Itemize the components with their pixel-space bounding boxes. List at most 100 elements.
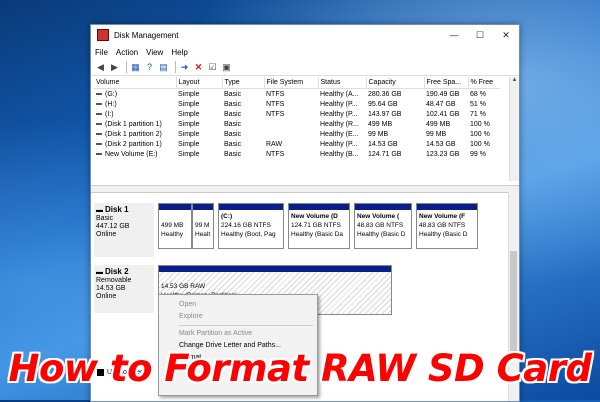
connect-icon[interactable]: ➜ [179, 62, 190, 73]
disk1-type: Basic [96, 215, 114, 222]
volume-cell-text: 51 % [470, 100, 486, 108]
partition-title [161, 212, 189, 221]
disk1-partition[interactable]: 99 M Healt [192, 203, 214, 249]
volume-cell-text: 190.49 GB [426, 90, 460, 98]
volume-row[interactable]: (I:) Simple Basic NTFS Healthy (P... 143.97 G… [94, 109, 500, 119]
partition-status: Healthy (Basic Da [291, 231, 344, 238]
volume-row[interactable]: New Volume (E:) Simple Basic NTFS Healthy (B… [94, 149, 500, 159]
volume-cell-text: Simple [178, 110, 200, 118]
toolbar-separator [175, 61, 176, 73]
volume-icon [96, 112, 102, 115]
volume-cell-text: Healthy (E... [320, 130, 359, 138]
volume-cell-text: (Disk 2 partition 1) [105, 140, 162, 148]
disk1-partition[interactable]: (C:) 224.16 GB NTFS Healthy (Boot, Pag [218, 203, 284, 249]
volume-icon [96, 102, 102, 105]
menu-separator [179, 325, 313, 326]
maximize-button[interactable]: ☐ [467, 30, 493, 41]
volume-cell: 48.47 GB [424, 99, 468, 109]
column-header-capacity[interactable]: Capacity [366, 77, 425, 89]
column-header-free-space[interactable]: Free Spa... [424, 77, 469, 89]
menu-item-open[interactable]: Open [159, 299, 317, 311]
disk1-info[interactable]: ▬ Disk 1 Basic 447.12 GB Online [94, 203, 154, 257]
disk-management-icon [97, 29, 109, 41]
volume-cell: 71 % [468, 109, 500, 119]
volume-cell: 124.71 GB [366, 149, 424, 159]
help-icon[interactable]: ? [144, 62, 155, 73]
menu-item-mark-active[interactable]: Mark Partition as Active [159, 328, 317, 340]
volume-list-scrollbar[interactable]: ▲ [509, 77, 519, 181]
properties-icon[interactable]: ▤ [158, 62, 169, 73]
disk1-name: Disk 1 [104, 205, 129, 214]
disk1-partition[interactable]: New Volume (D 124.71 GB NTFS Healthy (Basi… [288, 203, 350, 249]
partition-status: Healthy [161, 231, 184, 238]
volume-cell: 143.97 GB [366, 109, 424, 119]
volume-icon [96, 92, 102, 95]
rescan-icon[interactable]: ▣ [221, 62, 232, 73]
column-header-status[interactable]: Status [318, 77, 367, 89]
primary-partition-bar [159, 204, 191, 210]
menu-action[interactable]: Action [116, 48, 138, 57]
show-hide-console-icon[interactable]: ▦ [130, 62, 141, 73]
volume-cell: Simple [176, 139, 222, 149]
menu-view[interactable]: View [146, 48, 163, 57]
column-header-type[interactable]: Type [222, 77, 265, 89]
volume-cell-text: Healthy (P... [320, 140, 358, 148]
pane-splitter[interactable] [91, 185, 519, 193]
minimize-button[interactable]: — [441, 30, 467, 40]
volume-cell-text: Simple [178, 100, 200, 108]
close-button[interactable]: ✕ [493, 30, 519, 41]
volume-cell: Simple [176, 149, 222, 159]
volume-cell: Healthy (B... [318, 149, 366, 159]
volume-cell: Basic [222, 119, 264, 129]
scrollbar-thumb[interactable] [510, 251, 517, 351]
primary-partition-bar [417, 204, 477, 210]
column-header-volume[interactable]: Volume [94, 77, 177, 89]
volume-cell-text: 100 % [470, 130, 490, 138]
disk1-partition[interactable]: New Volume (48.83 GB NTFS Healthy (Basic … [354, 203, 412, 249]
volume-cell: Simple [176, 89, 222, 100]
disk2-info[interactable]: ▬ Disk 2 Removable 14.53 GB Online [94, 265, 154, 313]
partition-size: 124.71 GB NTFS [291, 222, 341, 229]
volume-cell-text: NTFS [266, 150, 285, 158]
disk1-size: 447.12 GB [96, 223, 130, 230]
volume-cell: Healthy (E... [318, 129, 366, 139]
volume-cell-text: 102.41 GB [426, 110, 460, 118]
volume-cell-text: Basic [224, 100, 242, 108]
menu-file[interactable]: File [95, 48, 108, 57]
disk1-partition[interactable]: New Volume (F 48.83 GB NTFS Healthy (Basic… [416, 203, 478, 249]
forward-icon[interactable]: ▶ [109, 62, 120, 73]
volume-row[interactable]: (Disk 2 partition 1) Simple Basic RAW Health… [94, 139, 500, 149]
volume-row[interactable]: (Disk 1 partition 1) Simple Basic Healthy (… [94, 119, 500, 129]
volume-cell-text: (H:) [105, 100, 117, 108]
volume-cell: 14.53 GB [424, 139, 468, 149]
volume-cell-text: NTFS [266, 90, 285, 98]
volume-icon [96, 142, 102, 145]
volume-cell-text: Basic [224, 110, 242, 118]
column-header-file-system[interactable]: File System [264, 77, 319, 89]
volume-cell-text: 99 MB [368, 130, 389, 138]
volume-cell-text: 143.97 GB [368, 110, 402, 118]
volume-cell: Basic [222, 109, 264, 119]
volume-cell: 280.36 GB [366, 89, 424, 100]
volume-cell-text: (Disk 1 partition 1) [105, 120, 162, 128]
volume-row[interactable]: (Disk 1 partition 2) Simple Basic Healthy (… [94, 129, 500, 139]
column-header-percent-free[interactable]: % Free [468, 77, 500, 89]
checklist-icon[interactable]: ☑ [207, 62, 218, 73]
menu-item-explore[interactable]: Explore [159, 311, 317, 323]
volume-row[interactable]: (G:) Simple Basic NTFS Healthy (A... 280.36 G… [94, 89, 500, 100]
delete-icon[interactable]: ✕ [193, 62, 204, 73]
volume-cell: (Disk 1 partition 1) [94, 119, 176, 129]
disk2-size: 14.53 GB [96, 285, 126, 292]
window-title: Disk Management [114, 30, 179, 40]
disk2-type: Removable [96, 277, 132, 284]
volume-row[interactable]: (H:) Simple Basic NTFS Healthy (P... 95.64 GB… [94, 99, 500, 109]
column-header-layout[interactable]: Layout [176, 77, 223, 89]
volume-cell: (Disk 2 partition 1) [94, 139, 176, 149]
headline-caption: How to Format RAW SD Card [8, 347, 593, 390]
disk1-partition[interactable]: 499 MB Healthy [158, 203, 192, 249]
back-icon[interactable]: ◀ [95, 62, 106, 73]
volume-cell: Basic [222, 89, 264, 100]
volume-cell-text: 499 MB [368, 120, 393, 128]
menu-help[interactable]: Help [171, 48, 187, 57]
scroll-up-icon[interactable]: ▲ [510, 77, 519, 86]
